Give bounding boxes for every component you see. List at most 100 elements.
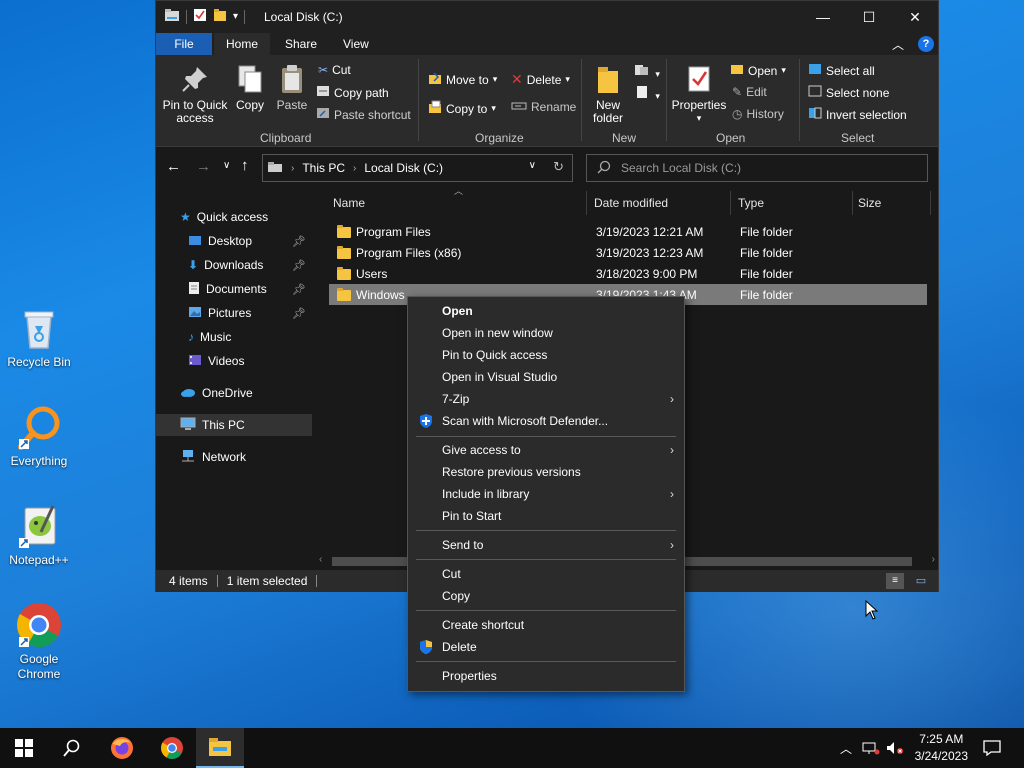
new-folder-button[interactable]: New folder — [588, 63, 628, 125]
paste-button[interactable]: Paste — [274, 63, 310, 112]
file-explorer-taskbar-button[interactable] — [196, 728, 244, 768]
menu-item-open-visual-studio[interactable]: Open in Visual Studio — [408, 366, 684, 388]
copy-button[interactable]: Copy — [232, 63, 268, 112]
menu-item-open[interactable]: Open — [408, 300, 684, 322]
start-button[interactable] — [0, 728, 48, 768]
menu-item-7zip[interactable]: 7-Zip › — [408, 388, 684, 410]
nav-network[interactable]: Network — [156, 446, 312, 468]
open-button[interactable]: Open ▾ — [730, 63, 786, 78]
address-dropdown-icon[interactable]: ∨ — [529, 160, 536, 171]
search-box[interactable]: Search Local Disk (C:) — [586, 154, 928, 182]
pin-icon[interactable]: 📌︎ — [292, 283, 306, 296]
action-center-button[interactable] — [976, 728, 1008, 768]
menu-item-give-access[interactable]: Give access to › — [408, 439, 684, 461]
paste-shortcut-button[interactable]: Paste shortcut — [316, 107, 411, 122]
minimize-button[interactable]: — — [800, 1, 846, 33]
tab-home[interactable]: Home — [214, 33, 271, 55]
rename-button[interactable]: Rename — [511, 100, 576, 114]
up-arrow-icon[interactable]: ↑ — [241, 157, 249, 174]
copy-path-button[interactable]: Copy path — [316, 85, 389, 100]
column-header-type[interactable]: Type — [738, 191, 764, 215]
move-to-button[interactable]: Move to ▾ — [428, 71, 497, 88]
volume-muted-icon[interactable] — [884, 728, 906, 768]
menu-item-defender-scan[interactable]: Scan with Microsoft Defender... — [408, 410, 684, 432]
breadcrumb-this-pc[interactable]: This PC — [302, 161, 345, 175]
desktop-icon-everything[interactable]: Everything — [1, 403, 77, 469]
pin-to-quick-access-button[interactable]: Pin to Quick access — [162, 63, 228, 125]
scroll-right-icon[interactable]: › — [932, 554, 935, 565]
desktop-icon-recycle-bin[interactable]: Recycle Bin — [1, 304, 77, 370]
easy-access-button[interactable]: ▾ — [634, 85, 660, 102]
menu-item-pin-quick-access[interactable]: Pin to Quick access — [408, 344, 684, 366]
column-header-size[interactable]: Size — [858, 191, 881, 215]
menu-item-create-shortcut[interactable]: Create shortcut — [408, 614, 684, 636]
customize-toolbar-icon[interactable]: ▾ — [233, 11, 238, 22]
title-bar[interactable]: ▾ Local Disk (C:) — ☐ ✕ — [156, 1, 938, 33]
recent-locations-icon[interactable]: ∨ — [223, 160, 230, 171]
table-row[interactable]: Users 3/18/2023 9:00 PM File folder — [329, 263, 927, 284]
nav-pictures[interactable]: Pictures 📌︎ — [156, 302, 312, 324]
tab-share[interactable]: Share — [273, 33, 329, 55]
nav-downloads[interactable]: ⬇ Downloads 📌︎ — [156, 254, 312, 276]
pin-icon[interactable]: 📌︎ — [292, 259, 306, 272]
firefox-taskbar-button[interactable] — [98, 728, 146, 768]
table-row[interactable]: Program Files 3/19/2023 12:21 AM File fo… — [329, 221, 927, 242]
select-all-button[interactable]: Select all — [808, 63, 875, 78]
menu-item-properties[interactable]: Properties — [408, 665, 684, 687]
help-icon[interactable]: ? — [918, 36, 934, 52]
breadcrumb-local-disk[interactable]: Local Disk (C:) — [364, 161, 443, 175]
table-row[interactable]: Program Files (x86) 3/19/2023 12:23 AM F… — [329, 242, 927, 263]
nav-onedrive[interactable]: OneDrive — [156, 382, 312, 404]
pin-icon[interactable]: 📌︎ — [292, 307, 306, 320]
chrome-taskbar-button[interactable] — [148, 728, 196, 768]
column-header-name[interactable]: Name — [333, 191, 365, 215]
menu-item-delete[interactable]: Delete — [408, 636, 684, 658]
breadcrumb-chevron-icon[interactable]: › — [353, 163, 356, 174]
delete-button[interactable]: ✕ Delete ▾ — [511, 71, 570, 88]
nav-music[interactable]: ♪ Music — [156, 326, 312, 348]
address-bar[interactable]: › This PC › Local Disk (C:) ∨ ↻ — [262, 154, 573, 182]
desktop-icon-chrome[interactable]: Google Chrome — [1, 601, 77, 682]
breadcrumb-chevron-icon[interactable]: › — [291, 163, 294, 174]
details-view-icon[interactable]: ≡ — [886, 573, 904, 589]
edit-button[interactable]: ✎ Edit — [732, 85, 767, 99]
nav-documents[interactable]: Documents 📌︎ — [156, 278, 312, 300]
nav-desktop[interactable]: Desktop 📌︎ — [156, 230, 312, 252]
new-item-button[interactable]: ▾ — [634, 63, 660, 80]
search-taskbar-button[interactable] — [48, 728, 96, 768]
collapse-ribbon-icon[interactable]: ︿ — [892, 36, 904, 53]
maximize-button[interactable]: ☐ — [846, 1, 892, 33]
copy-to-button[interactable]: Copy to ▾ — [428, 100, 496, 117]
new-folder-quick-icon[interactable] — [213, 8, 227, 25]
properties-quick-icon[interactable] — [193, 8, 207, 25]
close-button[interactable]: ✕ — [892, 1, 938, 33]
nav-quick-access[interactable]: ★ Quick access — [156, 206, 312, 228]
menu-item-open-new-window[interactable]: Open in new window — [408, 322, 684, 344]
network-tray-icon[interactable] — [860, 728, 882, 768]
refresh-icon[interactable]: ↻ — [553, 159, 564, 175]
cut-button[interactable]: ✂ Cut — [318, 63, 351, 77]
menu-item-include-library[interactable]: Include in library › — [408, 483, 684, 505]
forward-arrow-icon[interactable]: → — [196, 158, 211, 175]
scroll-left-icon[interactable]: ‹ — [319, 554, 322, 565]
menu-item-restore-versions[interactable]: Restore previous versions — [408, 461, 684, 483]
invert-selection-button[interactable]: Invert selection — [808, 107, 907, 122]
back-arrow-icon[interactable]: ← — [166, 158, 181, 175]
history-button[interactable]: ◷ History — [732, 107, 784, 121]
show-hidden-icons-button[interactable]: ︿ — [836, 728, 856, 768]
menu-item-cut[interactable]: Cut — [408, 563, 684, 585]
nav-videos[interactable]: Videos — [156, 350, 312, 372]
column-header-date[interactable]: Date modified — [594, 191, 668, 215]
large-icons-view-icon[interactable]: ▭ — [912, 573, 930, 589]
menu-item-pin-start[interactable]: Pin to Start — [408, 505, 684, 527]
taskbar-clock[interactable]: 7:25 AM 3/24/2023 — [915, 731, 968, 765]
properties-button[interactable]: Properties ▾ — [671, 63, 727, 125]
nav-this-pc[interactable]: This PC — [156, 414, 312, 436]
select-none-button[interactable]: Select none — [808, 85, 889, 100]
desktop-icon-notepadpp[interactable]: Notepad++ — [1, 502, 77, 568]
menu-item-send-to[interactable]: Send to › — [408, 534, 684, 556]
tab-view[interactable]: View — [331, 33, 381, 55]
tab-file[interactable]: File — [156, 33, 212, 55]
menu-item-copy[interactable]: Copy — [408, 585, 684, 607]
pin-icon[interactable]: 📌︎ — [292, 235, 306, 248]
